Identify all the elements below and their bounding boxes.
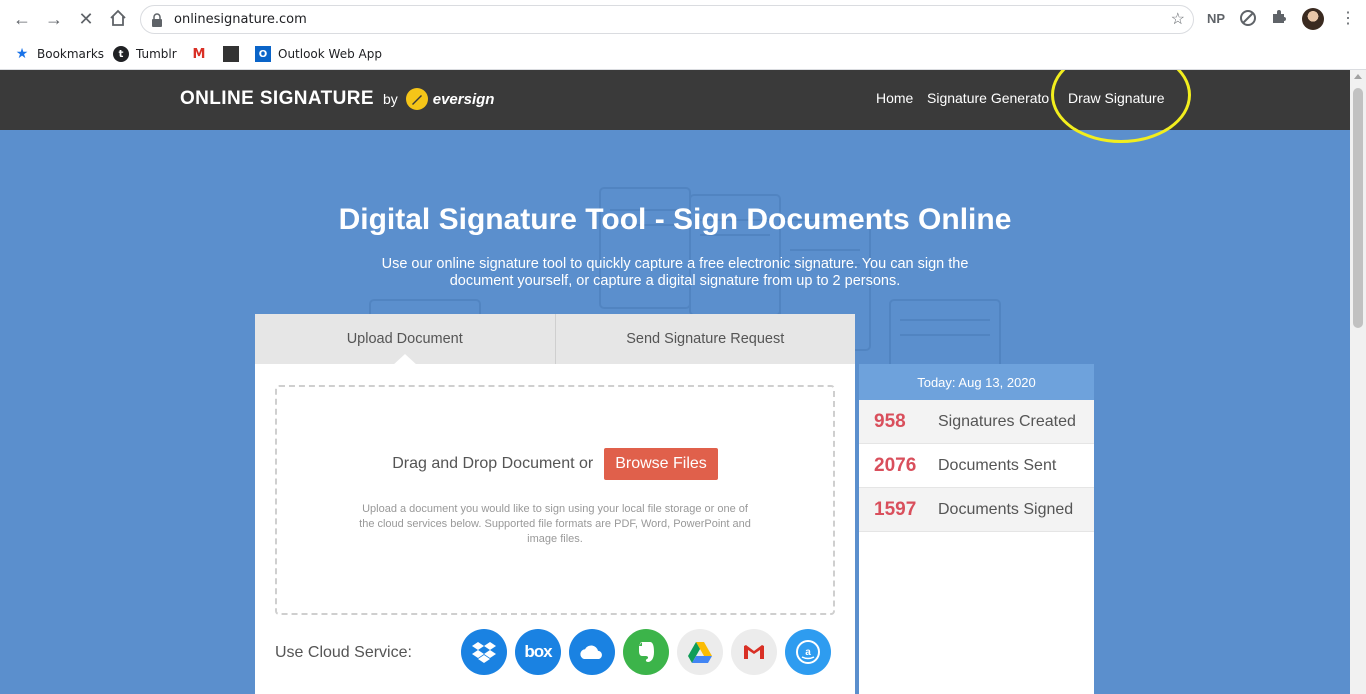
drop-zone[interactable]: Drag and Drop Document or Browse Files U…	[275, 385, 835, 615]
svg-text:a: a	[805, 647, 811, 658]
lock-icon	[152, 13, 162, 27]
image-bookmark-icon	[223, 46, 239, 62]
stats-card: Today: Aug 13, 2020 958 Signatures Creat…	[859, 364, 1094, 694]
address-bar[interactable]: onlinesignature.com ☆	[140, 5, 1194, 34]
hero-subtitle: Use our online signature tool to quickly…	[381, 256, 969, 289]
stat-label: Signatures Created	[938, 412, 1076, 430]
upload-help-text: Upload a document you would like to sign…	[359, 503, 751, 545]
hero-title: Digital Signature Tool - Sign Documents …	[338, 203, 1012, 236]
tab-send-signature-request[interactable]: Send Signature Request	[555, 314, 855, 364]
bookmark-image[interactable]	[223, 44, 246, 64]
active-tab-pointer	[392, 354, 418, 366]
profile-avatar[interactable]	[1302, 8, 1324, 30]
bookmark-star-icon[interactable]: ☆	[1171, 9, 1185, 29]
scroll-thumb[interactable]	[1353, 88, 1363, 328]
tumblr-icon: t	[113, 46, 129, 62]
stats-date: Today: Aug 13, 2020	[859, 364, 1094, 400]
site-logo[interactable]: ONLINE SIGNATURE by eversign	[180, 88, 494, 110]
box-icon[interactable]: box	[515, 629, 561, 675]
stats-list: 958 Signatures Created 2076 Documents Se…	[859, 400, 1094, 532]
browse-files-button[interactable]: Browse Files	[604, 448, 718, 480]
extensions-puzzle-icon[interactable]	[1271, 9, 1287, 28]
google-drive-icon[interactable]	[677, 629, 723, 675]
drop-row: Drag and Drop Document or Browse Files	[277, 448, 833, 480]
evernote-icon[interactable]	[623, 629, 669, 675]
bookmark-tumblr[interactable]: t Tumblr	[113, 44, 177, 64]
back-icon[interactable]: ←	[12, 9, 32, 29]
dropbox-icon[interactable]	[461, 629, 507, 675]
cloud-service-label: Use Cloud Service:	[275, 644, 412, 661]
nav-signature-generator[interactable]: Signature Generato	[927, 90, 1049, 106]
stop-loading-icon[interactable]: ✕	[76, 9, 96, 29]
drop-text: Drag and Drop Document or	[392, 455, 594, 472]
bookmark-gmail[interactable]: M	[191, 44, 214, 64]
outlook-icon: O	[255, 46, 271, 62]
onedrive-icon[interactable]	[569, 629, 615, 675]
browser-toolbar: ← → ✕ onlinesignature.com ☆ NP ⋮	[0, 0, 1366, 38]
star-icon: ★	[15, 46, 29, 62]
site-header: ONLINE SIGNATURE by eversign Home Signat…	[0, 70, 1350, 130]
extension-block-icon[interactable]	[1239, 9, 1257, 30]
amazon-drive-icon[interactable]: a	[785, 629, 831, 675]
gmail-icon: M	[192, 46, 206, 62]
url-text[interactable]: onlinesignature.com	[174, 12, 307, 27]
stat-value: 1597	[874, 498, 917, 520]
scroll-up-icon[interactable]	[1354, 74, 1362, 79]
bookmark-outlook[interactable]: O Outlook Web App	[255, 44, 382, 64]
stat-value: 2076	[874, 454, 917, 476]
stat-value: 958	[874, 410, 906, 432]
page-scrollbar[interactable]	[1350, 70, 1366, 694]
menu-kebab-icon[interactable]: ⋮	[1340, 8, 1356, 28]
stat-row: 1597 Documents Signed	[859, 488, 1094, 532]
upload-tabs: Upload Document Send Signature Request	[255, 314, 855, 364]
stat-label: Documents Sent	[938, 456, 1057, 474]
stat-row: 2076 Documents Sent	[859, 444, 1094, 488]
nav-home[interactable]: Home	[876, 90, 913, 106]
eversign-logo-icon	[405, 88, 428, 110]
forward-icon[interactable]: →	[44, 9, 64, 29]
bookmark-bookmarks[interactable]: ★ Bookmarks	[14, 44, 104, 64]
bookmarks-bar: ★ Bookmarks t Tumblr M O Outlook Web App	[0, 38, 1366, 70]
cloud-services: box a	[461, 629, 839, 675]
stat-label: Documents Signed	[938, 500, 1074, 518]
home-icon[interactable]	[108, 9, 128, 29]
upload-card: Upload Document Send Signature Request D…	[255, 314, 855, 694]
extension-np[interactable]: NP	[1207, 11, 1225, 26]
stat-row: 958 Signatures Created	[859, 400, 1094, 444]
gmail-service-icon[interactable]	[731, 629, 777, 675]
nav-draw-signature[interactable]: Draw Signature	[1068, 90, 1165, 106]
web-page: ONLINE SIGNATURE by eversign Home Signat…	[0, 70, 1350, 694]
